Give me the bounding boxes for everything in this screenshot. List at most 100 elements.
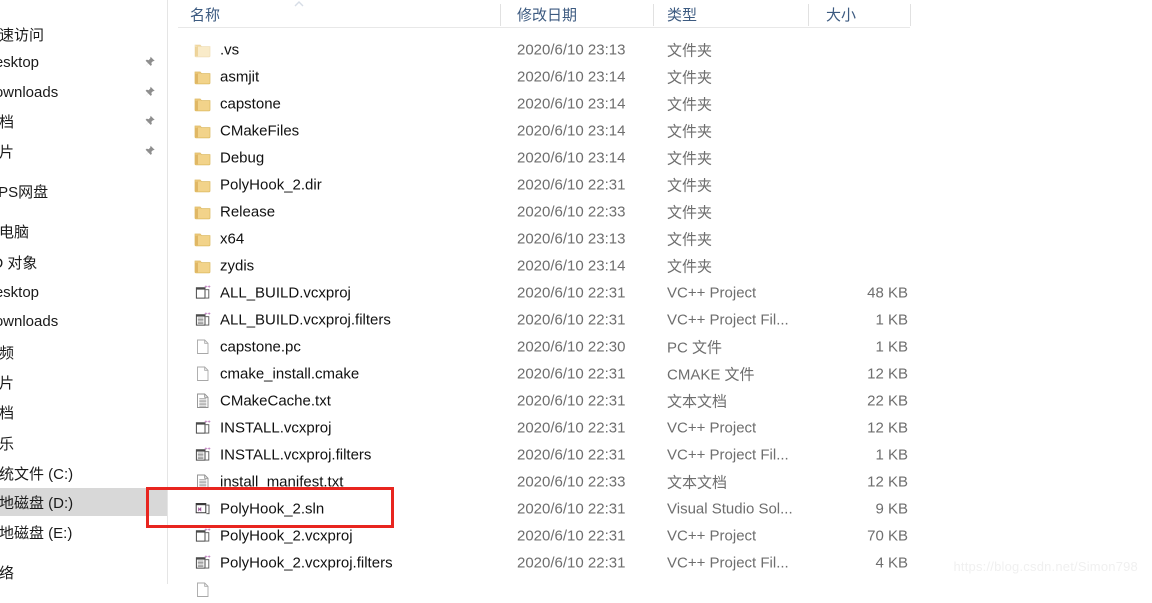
column-divider-1[interactable] — [500, 4, 501, 26]
table-row[interactable]: ++ INSTALL.vcxproj.filters 2020/6/10 22:31… — [178, 441, 1152, 468]
nav-item-9[interactable]: Downloads — [0, 307, 168, 335]
table-row[interactable]: PolyHook_2.dir 2020/6/10 22:31 文件夹 — [178, 171, 1152, 198]
file-type-cell: VC++ Project — [667, 527, 757, 544]
table-row[interactable]: capstone.pc 2020/6/10 22:30 PC 文件 1 KB — [178, 333, 1152, 360]
nav-item-12[interactable]: 文档 — [0, 398, 168, 426]
file-icon-wrap — [194, 473, 212, 490]
file-size-cell: 4 KB — [875, 554, 908, 571]
nav-item-13[interactable]: 音乐 — [0, 429, 168, 457]
nav-item-3[interactable]: 文档 — [0, 107, 168, 135]
file-list[interactable]: .vs 2020/6/10 23:13 文件夹 asmjit 2020/6/10 23:… — [178, 36, 1152, 597]
nav-item-5[interactable]: WPS网盘 — [0, 177, 168, 205]
column-header-name[interactable]: 名称 — [190, 0, 220, 28]
file-icon-wrap: ++ — [194, 419, 212, 436]
file-date-cell: 2020/6/10 23:13 — [517, 41, 626, 58]
file-icon-wrap — [194, 365, 212, 382]
table-row[interactable]: CMakeCache.txt 2020/6/10 22:31 文本文档 22 KB — [178, 387, 1152, 414]
file-type-cell: 文件夹 — [667, 96, 713, 113]
table-row[interactable]: CMakeFiles 2020/6/10 23:14 文件夹 — [178, 117, 1152, 144]
file-size-cell: 1 KB — [875, 446, 908, 463]
file-name-cell: x64 — [220, 230, 245, 247]
column-header-date[interactable]: 修改日期 — [517, 0, 577, 28]
nav-item-label: Desktop — [0, 53, 40, 71]
table-row[interactable]: zydis 2020/6/10 23:14 文件夹 — [178, 252, 1152, 279]
folder-icon — [194, 125, 211, 138]
pin-icon-wrap[interactable] — [143, 56, 156, 69]
folder-icon — [194, 71, 211, 84]
folder-icon — [194, 152, 211, 165]
file-size-cell: 12 KB — [867, 419, 908, 436]
text-file-icon — [197, 393, 209, 408]
nav-item-16[interactable]: 本地磁盘 (E:) — [0, 518, 168, 546]
nav-item-10[interactable]: 视频 — [0, 338, 168, 366]
file-date-cell: 2020/6/10 23:14 — [517, 122, 626, 139]
nav-item-0[interactable]: 快速访问 — [0, 20, 168, 48]
pin-icon-wrap[interactable] — [143, 145, 156, 158]
file-date-cell: 2020/6/10 22:31 — [517, 419, 626, 436]
nav-item-6[interactable]: 此电脑 — [0, 217, 168, 245]
column-divider-2[interactable] — [653, 4, 654, 26]
pin-icon[interactable] — [143, 115, 156, 128]
nav-item-17[interactable]: 网络 — [0, 558, 168, 584]
nav-item-7[interactable]: 3D 对象 — [0, 248, 168, 276]
table-row[interactable]: .vs 2020/6/10 23:13 文件夹 — [178, 36, 1152, 63]
table-row[interactable]: Release 2020/6/10 22:33 文件夹 — [178, 198, 1152, 225]
nav-item-8[interactable]: Desktop — [0, 278, 168, 306]
table-row[interactable]: x64 2020/6/10 23:13 文件夹 — [178, 225, 1152, 252]
column-divider-3[interactable] — [808, 4, 809, 26]
pin-icon[interactable] — [143, 86, 156, 99]
folder-icon — [194, 98, 211, 111]
nav-item-label: 系统文件 (C:) — [0, 465, 74, 483]
column-header-bar[interactable]: 名称 修改日期 类型 大小 — [178, 0, 911, 28]
file-name-cell: capstone.pc — [220, 338, 301, 355]
file-type-cell: 文件夹 — [667, 150, 713, 167]
table-row[interactable]: cmake_install.cmake 2020/6/10 22:31 CMAKE … — [178, 360, 1152, 387]
table-row[interactable]: ++ INSTALL.vcxproj 2020/6/10 22:31 VC++ Pro… — [178, 414, 1152, 441]
table-row[interactable]: install_manifest.txt 2020/6/10 22:33 文本文档 1… — [178, 468, 1152, 495]
column-divider-4[interactable] — [910, 4, 911, 26]
nav-item-2[interactable]: Downloads — [0, 78, 168, 106]
file-icon-wrap — [194, 95, 212, 112]
column-header-type[interactable]: 类型 — [667, 0, 697, 28]
file-name-cell: PolyHook_2.vcxproj.filters — [220, 554, 393, 571]
nav-item-15[interactable]: 本地磁盘 (D:) — [0, 488, 168, 516]
table-row[interactable] — [178, 576, 1152, 603]
visual-studio-solution-icon — [195, 502, 210, 514]
table-row[interactable]: PolyHook_2.sln 2020/6/10 22:31 Visual Stud… — [178, 495, 1152, 522]
nav-item-11[interactable]: 图片 — [0, 368, 168, 396]
file-date-cell: 2020/6/10 22:31 — [517, 500, 626, 517]
file-date-cell: 2020/6/10 22:31 — [517, 365, 626, 382]
file-size-cell: 9 KB — [875, 500, 908, 517]
file-size-cell: 48 KB — [867, 284, 908, 301]
nav-item-1[interactable]: Desktop — [0, 48, 168, 76]
pin-icon[interactable] — [143, 56, 156, 69]
pin-icon-wrap[interactable] — [143, 115, 156, 128]
sort-arrow-glyph — [294, 1, 304, 7]
file-type-cell: PC 文件 — [667, 339, 723, 356]
table-row[interactable]: capstone 2020/6/10 23:14 文件夹 — [178, 90, 1152, 117]
folder-hidden-icon — [194, 44, 211, 57]
file-size-cell: 12 KB — [867, 365, 908, 382]
vcxproj-icon: ++ — [195, 419, 211, 434]
file-type-cell: 文件夹 — [667, 204, 713, 221]
file-date-cell: 2020/6/10 22:31 — [517, 527, 626, 544]
pin-icon[interactable] — [143, 145, 156, 158]
nav-item-4[interactable]: 图片 — [0, 137, 168, 165]
navigation-pane[interactable]: 快速访问DesktopDownloads文档图片WPS网盘此电脑3D 对象Des… — [0, 0, 168, 584]
file-name-cell: ALL_BUILD.vcxproj — [220, 284, 351, 301]
column-header-size[interactable]: 大小 — [826, 0, 856, 28]
file-type-cell: VC++ Project — [667, 419, 757, 436]
nav-item-label: 3D 对象 — [0, 254, 38, 272]
table-row[interactable]: Debug 2020/6/10 23:14 文件夹 — [178, 144, 1152, 171]
file-date-cell: 2020/6/10 23:14 — [517, 95, 626, 112]
file-name-cell: CMakeCache.txt — [220, 392, 331, 409]
nav-item-14[interactable]: 系统文件 (C:) — [0, 459, 168, 487]
file-date-cell: 2020/6/10 23:14 — [517, 149, 626, 166]
file-size-cell: 1 KB — [875, 311, 908, 328]
table-row[interactable]: ++ ALL_BUILD.vcxproj.filters 2020/6/10 22:… — [178, 306, 1152, 333]
table-row[interactable]: ++ ALL_BUILD.vcxproj 2020/6/10 22:31 VC++ P… — [178, 279, 1152, 306]
table-row[interactable]: asmjit 2020/6/10 23:14 文件夹 — [178, 63, 1152, 90]
file-type-cell: 文本文档 — [667, 474, 728, 491]
pin-icon-wrap[interactable] — [143, 86, 156, 99]
table-row[interactable]: ++ PolyHook_2.vcxproj 2020/6/10 22:31 VC++ … — [178, 522, 1152, 549]
